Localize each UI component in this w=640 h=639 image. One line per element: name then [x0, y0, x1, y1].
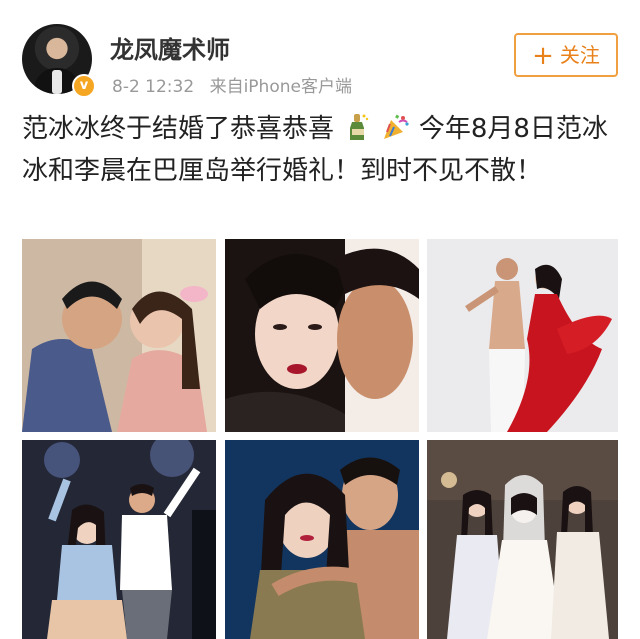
photo-couple-closeup-image	[225, 239, 419, 432]
photo-couple-embrace[interactable]	[225, 440, 419, 639]
avatar-shirt	[52, 70, 62, 94]
post-source: 来自iPhone客户端	[209, 77, 352, 97]
post-text: 范冰冰终于结婚了恭喜恭喜 今年8月8日范冰冰和李晨在巴厘岛举行婚礼！到时不见不散…	[22, 108, 622, 192]
photo-couple-kiss-image	[22, 239, 216, 432]
post-time: 8-2 12:32	[112, 77, 195, 97]
photo-stage-show-image	[22, 440, 216, 639]
post-text-part1: 范冰冰终于结婚了恭喜恭喜	[22, 114, 335, 144]
follow-label: 关注	[559, 43, 600, 67]
username[interactable]: 龙凤魔术师	[110, 30, 230, 65]
follow-button[interactable]: + 关注	[514, 33, 618, 77]
post-meta: 8-2 12:32 来自iPhone客户端	[112, 72, 352, 97]
photo-stage-show[interactable]	[22, 440, 216, 639]
photo-couple-embrace-image	[225, 440, 419, 639]
champagne-emoji-icon	[350, 114, 369, 140]
photo-bridesmaids-image	[427, 440, 618, 639]
photo-bridesmaids[interactable]	[427, 440, 618, 639]
party-popper-emoji-icon	[383, 114, 409, 139]
photo-dance-red-dress-image	[427, 239, 618, 432]
photo-dance-red-dress[interactable]	[427, 239, 618, 432]
photo-couple-kiss[interactable]	[22, 239, 216, 432]
post-header: v 龙凤魔术师 8-2 12:32 来自iPhone客户端 + 关注	[0, 0, 640, 110]
photo-couple-closeup[interactable]	[225, 239, 419, 432]
verified-badge-icon: v	[72, 74, 96, 98]
plus-icon: +	[532, 41, 554, 71]
